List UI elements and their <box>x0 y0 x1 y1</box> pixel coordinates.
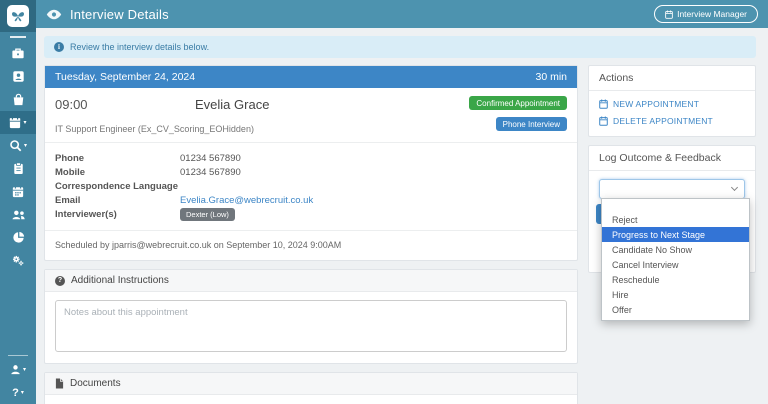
info-alert-text: Review the interview details below. <box>70 42 209 52</box>
sidebar: ▾ ▾ ▾ ? ▾ <box>0 0 36 404</box>
detail-row-phone: Phone 01234 567890 <box>55 152 567 165</box>
chevron-down-icon: ▾ <box>23 367 26 373</box>
calendar-icon <box>665 10 673 19</box>
document-icon <box>55 378 64 389</box>
phone-value: 01234 567890 <box>180 153 241 164</box>
sidebar-item-jobs[interactable] <box>0 88 36 111</box>
outcome-dropdown: Reject Progress to Next Stage Candidate … <box>601 198 750 321</box>
sidebar-divider <box>8 355 28 356</box>
sidebar-item-tasks[interactable] <box>0 157 36 180</box>
log-outcome-title: Log Outcome & Feedback <box>589 146 755 171</box>
question-icon: ? <box>55 276 65 286</box>
interview-type-badge: Phone Interview <box>496 117 567 131</box>
sidebar-item-account[interactable]: ▾ <box>0 358 36 381</box>
appointment-date: Tuesday, September 24, 2024 <box>55 71 195 83</box>
interview-manager-button[interactable]: Interview Manager <box>654 5 758 23</box>
settings-gears-icon <box>11 254 25 267</box>
documents-empty-text: No Documents <box>45 395 577 404</box>
sidebar-item-search[interactable]: ▾ <box>0 134 36 157</box>
sidebar-item-settings[interactable] <box>0 249 36 272</box>
appointment-notes-input[interactable] <box>55 300 567 352</box>
actions-card: Actions NEW APPOINTMENT DELETE APPOINTME… <box>588 65 756 137</box>
bag-icon <box>12 93 25 106</box>
sidebar-item-calendar[interactable] <box>0 180 36 203</box>
sidebar-item-help[interactable]: ? ▾ <box>0 381 36 404</box>
detail-row-interviewers: Interviewer(s) Dexter (Low) <box>55 208 567 221</box>
content-area: i Review the interview details below. Tu… <box>36 28 768 404</box>
calendar-dropdown-icon <box>9 116 21 129</box>
additional-instructions-card: ? Additional Instructions <box>44 269 578 364</box>
additional-instructions-header: ? Additional Instructions <box>45 270 577 292</box>
outcome-option-hire[interactable]: Hire <box>602 287 749 302</box>
clipboard-icon <box>13 162 24 175</box>
status-badge: Confirmed Appointment <box>469 96 567 110</box>
outcome-option-reject[interactable]: Reject <box>602 212 749 227</box>
actions-title: Actions <box>589 66 755 91</box>
log-outcome-card: Log Outcome & Feedback Reject Progress t… <box>588 145 756 273</box>
chevron-down-icon: ▾ <box>23 120 26 126</box>
info-alert: i Review the interview details below. <box>44 36 756 58</box>
calendar-icon <box>12 185 24 198</box>
sidebar-item-briefcase[interactable] <box>0 42 36 65</box>
outcome-select[interactable] <box>599 179 745 199</box>
chevron-down-icon: ▾ <box>21 390 24 396</box>
detail-row-email: Email Evelia.Grace@webrecruit.co.uk <box>55 194 567 207</box>
calendar-plus-icon <box>599 99 608 109</box>
sidebar-item-reports[interactable] <box>0 226 36 249</box>
info-icon: i <box>54 42 64 52</box>
help-icon: ? <box>12 387 19 399</box>
eye-icon <box>46 9 62 20</box>
appointment-summary: 09:00 Evelia Grace Confirmed Appointment… <box>45 88 577 142</box>
page-title: Interview Details <box>70 7 169 22</box>
calendar-minus-icon <box>599 116 608 126</box>
chevron-down-icon: ▾ <box>24 143 27 149</box>
documents-card: Documents No Documents <box>44 372 578 404</box>
sidebar-item-interviews[interactable]: ▾ <box>0 111 36 134</box>
appointment-date-header: Tuesday, September 24, 2024 30 min <box>45 66 577 88</box>
delete-appointment-link[interactable]: DELETE APPOINTMENT <box>599 116 745 126</box>
contact-details: Phone 01234 567890 Mobile 01234 567890 C… <box>45 142 577 230</box>
butterfly-logo-icon <box>7 5 29 27</box>
detail-row-language: Correspondence Language <box>55 180 567 193</box>
outcome-option-progress[interactable]: Progress to Next Stage <box>602 227 749 242</box>
outcome-option-blank[interactable] <box>602 201 749 212</box>
search-icon <box>9 139 22 152</box>
chevron-down-icon <box>731 184 738 191</box>
documents-header: Documents <box>45 373 577 395</box>
detail-row-mobile: Mobile 01234 567890 <box>55 166 567 179</box>
app-logo[interactable] <box>0 0 36 32</box>
outcome-option-offer[interactable]: Offer <box>602 302 749 317</box>
topbar: Interview Details Interview Manager <box>36 0 768 28</box>
id-card-icon <box>12 70 25 83</box>
appointment-card: Tuesday, September 24, 2024 30 min 09:00… <box>44 65 578 261</box>
candidate-email-link[interactable]: Evelia.Grace@webrecruit.co.uk <box>180 195 313 206</box>
new-appointment-link[interactable]: NEW APPOINTMENT <box>599 99 745 109</box>
candidate-name: Evelia Grace <box>195 97 269 112</box>
briefcase-icon <box>11 47 25 60</box>
sidebar-item-users[interactable] <box>0 203 36 226</box>
mobile-value: 01234 567890 <box>180 167 241 178</box>
user-icon <box>10 364 21 375</box>
outcome-option-reschedule[interactable]: Reschedule <box>602 272 749 287</box>
logo-divider <box>10 36 26 38</box>
outcome-option-cancel[interactable]: Cancel Interview <box>602 257 749 272</box>
scheduled-by-text: Scheduled by jparris@webrecruit.co.uk on… <box>45 230 577 260</box>
users-icon <box>11 209 26 221</box>
pie-chart-icon <box>12 231 25 244</box>
sidebar-item-candidates[interactable] <box>0 65 36 88</box>
appointment-duration: 30 min <box>535 71 567 83</box>
interviewer-badge: Dexter (Low) <box>180 208 235 221</box>
outcome-option-no-show[interactable]: Candidate No Show <box>602 242 749 257</box>
